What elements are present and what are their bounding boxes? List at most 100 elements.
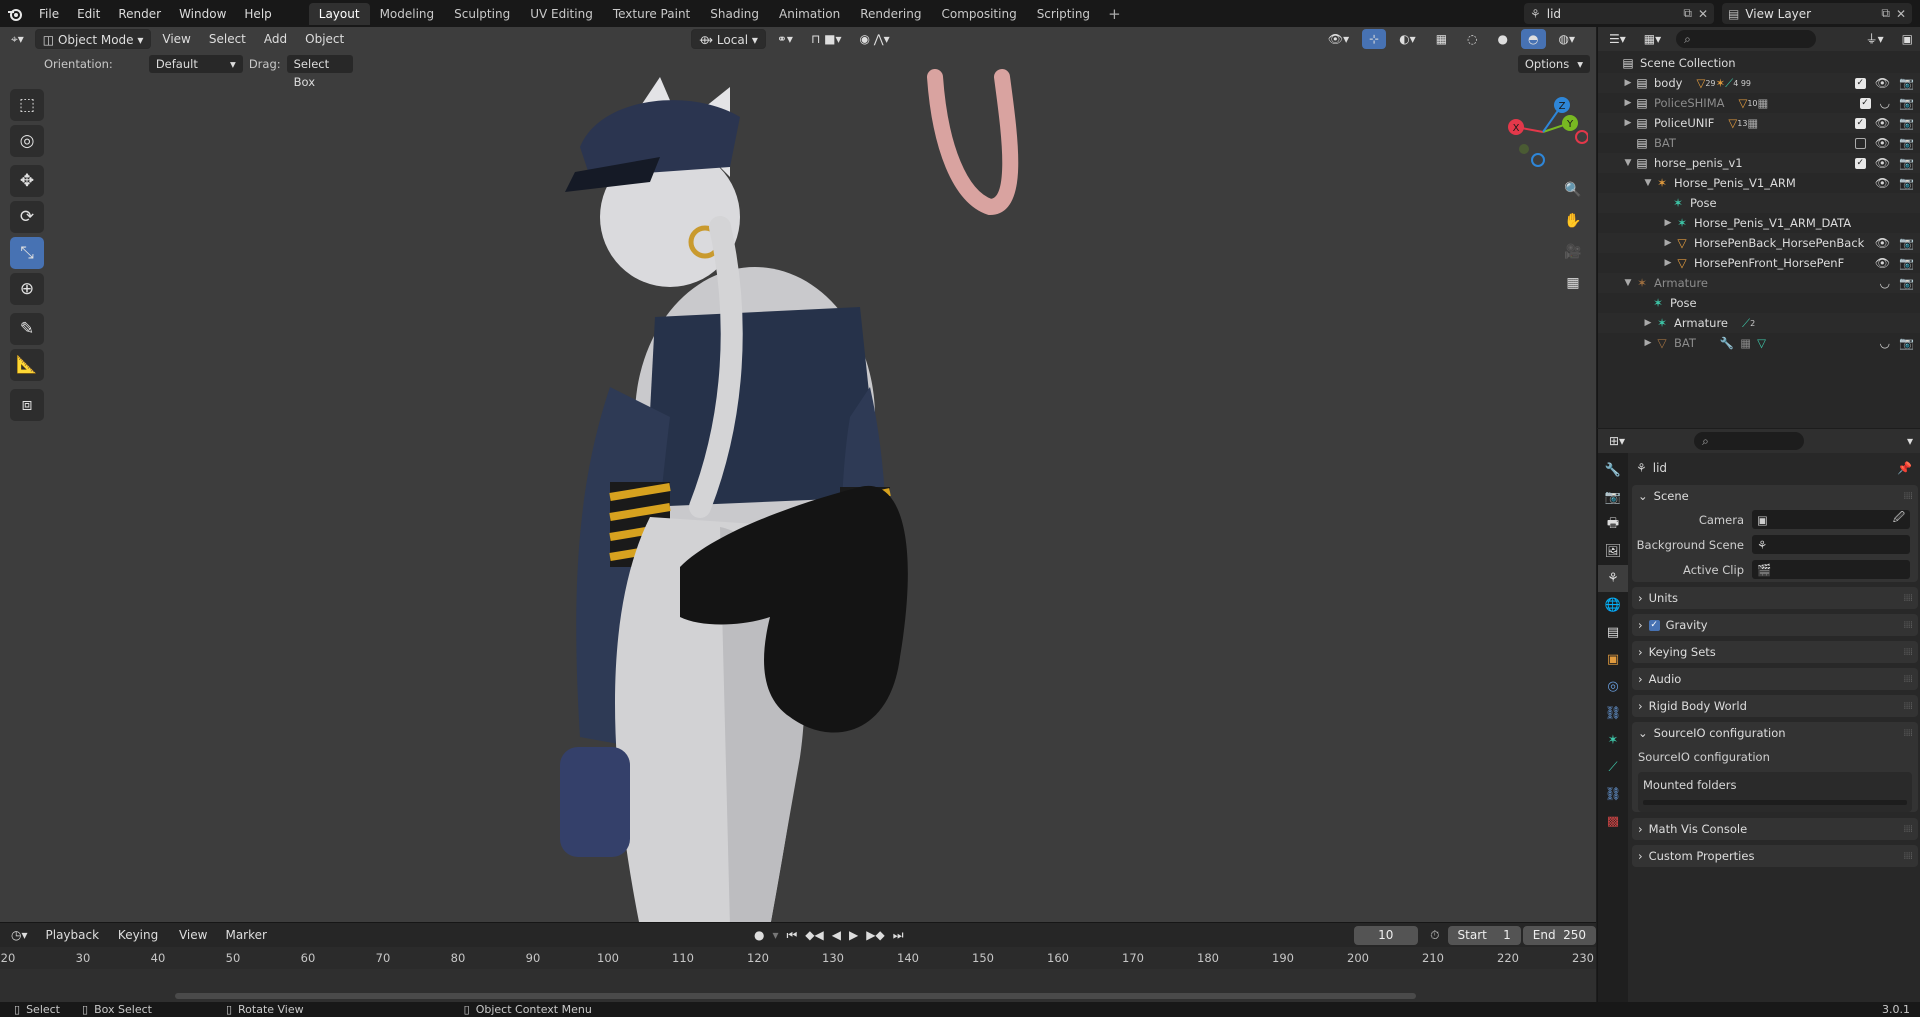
perspective-grid-icon[interactable]: ▦ (1560, 270, 1586, 296)
jump-end-icon[interactable]: ⏭ (893, 928, 904, 943)
next-keyframe-icon[interactable]: ▶◆ (866, 928, 884, 942)
constraints-tab-icon[interactable]: ⛓ (1598, 700, 1628, 727)
expand-arrow-icon[interactable]: ▶ (1662, 258, 1674, 268)
camera-icon[interactable]: 📷 (1899, 176, 1914, 190)
visibility-icon[interactable]: 👁▾ (1321, 29, 1356, 49)
exclude-checkbox[interactable]: ✓ (1854, 117, 1866, 129)
camera-field[interactable]: ▣ 🖉 (1752, 510, 1910, 529)
blender-logo-icon[interactable] (0, 0, 30, 27)
navigation-gizmo[interactable]: X Y Z (1498, 87, 1588, 177)
gizmo-toggle-icon[interactable]: ⊹ (1362, 29, 1387, 49)
drag-grip-icon[interactable]: ⁞⁞⁞⁞ (1903, 851, 1913, 862)
outliner-row-armature-data[interactable]: ▶ ✶ Armature ⟋ 2 (1598, 313, 1920, 333)
orientation-dropdown[interactable]: Default ▾ (148, 55, 243, 73)
background-scene-field[interactable]: ⚘ (1752, 535, 1910, 554)
drag-grip-icon[interactable]: ⁞⁞⁞⁞ (1903, 824, 1913, 835)
outliner-row-horse-penis-v1[interactable]: ▼ ▤ horse_penis_v1 ✓ 👁 📷 (1598, 153, 1920, 173)
camera-view-icon[interactable]: 🎥 (1560, 239, 1586, 265)
eye-icon[interactable]: 👁 (1875, 76, 1890, 90)
camera-icon[interactable]: 📷 (1899, 96, 1914, 110)
camera-icon[interactable]: 📷 (1899, 276, 1914, 290)
custom-properties-panel-header[interactable]: › Custom Properties ⁞⁞⁞⁞ (1632, 845, 1918, 867)
close-icon[interactable]: ✕ (1896, 7, 1906, 21)
overlay-icon[interactable]: ◐▾ (1392, 29, 1423, 49)
bone-constraint-tab-icon[interactable]: ⛓ (1598, 781, 1628, 808)
start-frame-field[interactable]: Start 1 (1447, 925, 1521, 945)
expand-arrow-icon[interactable]: ▶ (1622, 118, 1634, 128)
camera-icon[interactable]: 📷 (1899, 336, 1914, 350)
outliner-row-horsepenfront[interactable]: ▶ ▽ HorsePenFront_HorsePenFront 👁📷 (1598, 253, 1920, 273)
menu-object[interactable]: Object (298, 29, 351, 49)
camera-icon[interactable]: 📷 (1899, 136, 1914, 150)
timeline-track-area[interactable] (0, 969, 1596, 1003)
pan-hand-icon[interactable]: ✋ (1560, 208, 1586, 234)
outliner-editor-type-icon[interactable]: ☰▾ (1602, 29, 1633, 49)
world-tab-icon[interactable]: 🌐 (1598, 592, 1628, 619)
collapse-arrow-icon[interactable]: ▼ (1622, 278, 1634, 288)
object-tab-icon[interactable]: ▣ (1598, 646, 1628, 673)
snap-icon[interactable]: ⊓ ■▾ (804, 29, 849, 49)
close-icon[interactable]: ✕ (1698, 7, 1708, 21)
armature-data-tab-icon[interactable]: ✶ (1598, 727, 1628, 754)
expand-arrow-icon[interactable]: ▶ (1642, 338, 1654, 348)
tab-layout[interactable]: Layout (308, 2, 370, 25)
end-frame-field[interactable]: End 250 (1522, 925, 1596, 945)
eye-closed-icon[interactable]: ◡ (1880, 336, 1890, 350)
mounted-folders-list[interactable] (1643, 800, 1907, 805)
properties-editor-type-icon[interactable]: ⊞▾ (1602, 431, 1632, 451)
menu-edit[interactable]: Edit (68, 3, 109, 25)
exclude-checkbox[interactable]: ✓ (1854, 157, 1866, 169)
options-dropdown[interactable]: Options ▾ (1517, 55, 1590, 73)
outliner-row-body[interactable]: ▶ ▤ body ▽ 29 ✶ ⟋ 4 99 ✓ 👁 📷 (1598, 73, 1920, 93)
eye-icon[interactable]: 👁 (1875, 176, 1890, 190)
transform-tool-icon[interactable]: ⊕ (10, 273, 44, 305)
shading-wireframe-icon[interactable]: ◌ (1460, 29, 1484, 49)
menu-view[interactable]: View (155, 29, 197, 49)
menu-playback[interactable]: Playback ▾ (39, 925, 107, 962)
zoom-icon[interactable]: 🔍 (1560, 177, 1586, 203)
prev-keyframe-icon[interactable]: ◆◀ (805, 928, 823, 942)
tab-sculpting[interactable]: Sculpting (444, 3, 520, 25)
timeline-scrollbar[interactable] (175, 993, 1416, 999)
gravity-panel-header[interactable]: › ✓ Gravity ⁞⁞⁞⁞ (1632, 614, 1918, 636)
keying-sets-panel-header[interactable]: › Keying Sets ⁞⁞⁞⁞ (1632, 641, 1918, 663)
menu-help[interactable]: Help (235, 3, 280, 25)
gizmo-neg-z[interactable] (1531, 153, 1545, 167)
tool-tab-icon[interactable]: 🔧 (1598, 457, 1628, 484)
drag-grip-icon[interactable]: ⁞⁞⁞⁞ (1903, 647, 1913, 658)
select-box-tool-icon[interactable]: ⬚ (10, 89, 44, 121)
shading-rendered-icon[interactable]: ◍▾ (1552, 29, 1583, 49)
eye-icon[interactable]: 👁 (1875, 236, 1890, 250)
outliner-row-armature[interactable]: ▼ ✶ Armature ◡ 📷 (1598, 273, 1920, 293)
tab-modeling[interactable]: Modeling (370, 3, 445, 25)
drag-grip-icon[interactable]: ⁞⁞⁞⁞ (1903, 620, 1913, 631)
drag-dropdown[interactable]: Select Box (286, 55, 353, 89)
annotate-tool-icon[interactable]: ✎ (10, 313, 44, 345)
menu-window[interactable]: Window (170, 3, 235, 25)
physics-tab-icon[interactable]: ◎ (1598, 673, 1628, 700)
menu-marker[interactable]: Marker (218, 925, 273, 945)
new-collection-icon[interactable]: ▣ (1895, 29, 1920, 49)
move-tool-icon[interactable]: ✥ (10, 165, 44, 197)
expand-arrow-icon[interactable]: ▶ (1622, 98, 1634, 108)
render-tab-icon[interactable]: 📷 (1598, 484, 1628, 511)
collection-tab-icon[interactable]: ▤ (1598, 619, 1628, 646)
outliner-row-bat-object[interactable]: ▶ ▽ BAT 🔧 ▦ ▽ ◡ 📷 (1598, 333, 1920, 353)
expand-arrow-icon[interactable]: ▶ (1662, 218, 1674, 228)
sourceio-panel-header[interactable]: ⌄ SourceIO configuration ⁞⁞⁞⁞ (1632, 722, 1918, 744)
view-layer-selector[interactable]: ▤ View Layer ⧉ ✕ (1722, 3, 1912, 24)
eye-icon[interactable]: 👁 (1875, 136, 1890, 150)
scene-panel-header[interactable]: ⌄ Scene ⁞⁞⁞⁞ (1632, 485, 1918, 507)
camera-icon[interactable]: 📷 (1899, 156, 1914, 170)
outliner-row-policeshima[interactable]: ▶ ▤ PoliceSHIMA ▽ 10 ▦ ✓ ◡ 📷 (1598, 93, 1920, 113)
3d-viewport[interactable]: ⌖▾ ◫ Object Mode ▾ View Select Add Objec… (0, 27, 1596, 922)
drag-grip-icon[interactable]: ⁞⁞⁞⁞ (1903, 491, 1913, 502)
rigid-body-world-panel-header[interactable]: › Rigid Body World ⁞⁞⁞⁞ (1632, 695, 1918, 717)
texture-tab-icon[interactable]: ▩ (1598, 808, 1628, 835)
exclude-checkbox[interactable]: ✓ (1854, 77, 1866, 89)
expand-arrow-icon[interactable]: ▶ (1662, 238, 1674, 248)
audio-panel-header[interactable]: › Audio ⁞⁞⁞⁞ (1632, 668, 1918, 690)
outliner-row-pose[interactable]: ✶ Pose (1598, 193, 1920, 213)
view-layer-tab-icon[interactable]: 🖼 (1598, 538, 1628, 565)
properties-search-input[interactable]: ⌕ (1694, 432, 1805, 450)
